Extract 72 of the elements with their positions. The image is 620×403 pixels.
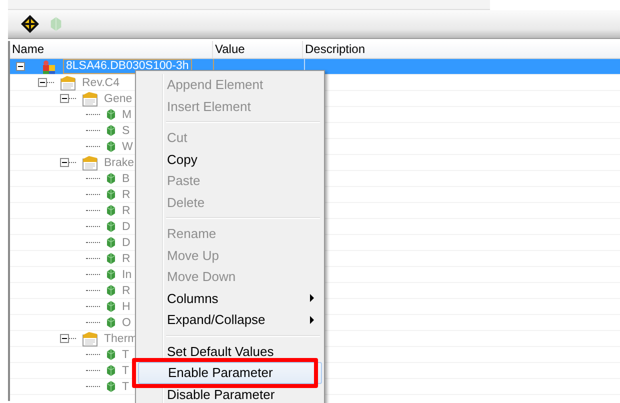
tree-item-label: Rev.C4 [82, 76, 120, 88]
gem-icon [106, 364, 116, 377]
menu-item[interactable]: Expand/Collapse [138, 309, 322, 330]
tree-item-label: T [122, 380, 130, 392]
tree-connector [86, 322, 100, 323]
menu-item[interactable]: Disable Parameter [138, 384, 322, 403]
gem-icon [106, 204, 116, 217]
menu-item[interactable]: Columns [138, 288, 322, 309]
gem-icon [106, 316, 116, 329]
tree-item-label: In [122, 268, 132, 280]
column-header[interactable]: Description [303, 41, 620, 58]
column-header[interactable]: Value [213, 41, 303, 58]
tree-connector [86, 274, 100, 275]
collapse-icon[interactable] [16, 62, 25, 71]
gem-icon [106, 348, 116, 361]
tree-item-label: Gene [104, 92, 132, 104]
collapse-icon[interactable] [60, 334, 69, 343]
folder-icon [82, 90, 98, 106]
tree-connector [86, 226, 100, 227]
tree-item-label: M [122, 108, 132, 120]
tree-item-label: R [122, 204, 130, 216]
tree-connector [86, 386, 100, 387]
collapse-icon[interactable] [60, 94, 69, 103]
gem-icon [106, 124, 116, 137]
tree-item-label: H [122, 300, 130, 312]
tree-connector [86, 146, 100, 147]
tree-item-label: T [122, 364, 130, 376]
gem-icon [106, 268, 116, 281]
tree-connector [86, 354, 100, 355]
gem-icon [106, 252, 116, 265]
gem-icon [106, 108, 116, 121]
submenu-arrow-icon [310, 294, 314, 302]
tree-item-label: Brake [104, 156, 134, 168]
gem-icon [106, 380, 116, 393]
gem-icon [106, 236, 116, 249]
menu-item[interactable]: Set Default Values [138, 340, 322, 362]
folder-icon [60, 74, 76, 90]
tree-item-label: W [122, 140, 133, 152]
tree-connector [86, 210, 100, 211]
tree-connector [86, 194, 100, 195]
tree-connector [86, 130, 100, 131]
tree-item-label: O [122, 316, 131, 328]
tree-connector [86, 290, 100, 291]
folder-icon [82, 330, 98, 346]
collapse-icon[interactable] [60, 158, 69, 167]
tree-item-label: R [122, 252, 130, 264]
gem-icon [106, 172, 116, 185]
tree-connector [86, 258, 100, 259]
gem-icon [106, 140, 116, 153]
tree-connector [86, 306, 100, 307]
tree-item-label: R [122, 284, 130, 296]
submenu-arrow-icon [310, 316, 314, 324]
tree-item-label: D [122, 236, 130, 248]
tree-item-label: T [122, 348, 130, 360]
tree-item-label: S [122, 124, 130, 136]
tree-connector [86, 242, 100, 243]
collapse-icon[interactable] [38, 78, 47, 87]
tree-item-label: B [122, 172, 130, 184]
gem-icon [106, 220, 116, 233]
gem-icon [106, 300, 116, 313]
tree-connector [86, 114, 100, 115]
folder-icon [82, 154, 98, 170]
blocks-icon [41, 58, 57, 74]
tree-connector [86, 178, 100, 179]
tree-item-label: D [122, 220, 130, 232]
tree-item-label: R [122, 188, 130, 200]
menu-item[interactable]: Copy [138, 148, 322, 170]
diamond-icon[interactable] [20, 14, 40, 34]
gem-icon [106, 188, 116, 201]
column-header[interactable]: Name [10, 41, 213, 58]
tree-connector [86, 370, 100, 371]
gem-icon [106, 284, 116, 297]
